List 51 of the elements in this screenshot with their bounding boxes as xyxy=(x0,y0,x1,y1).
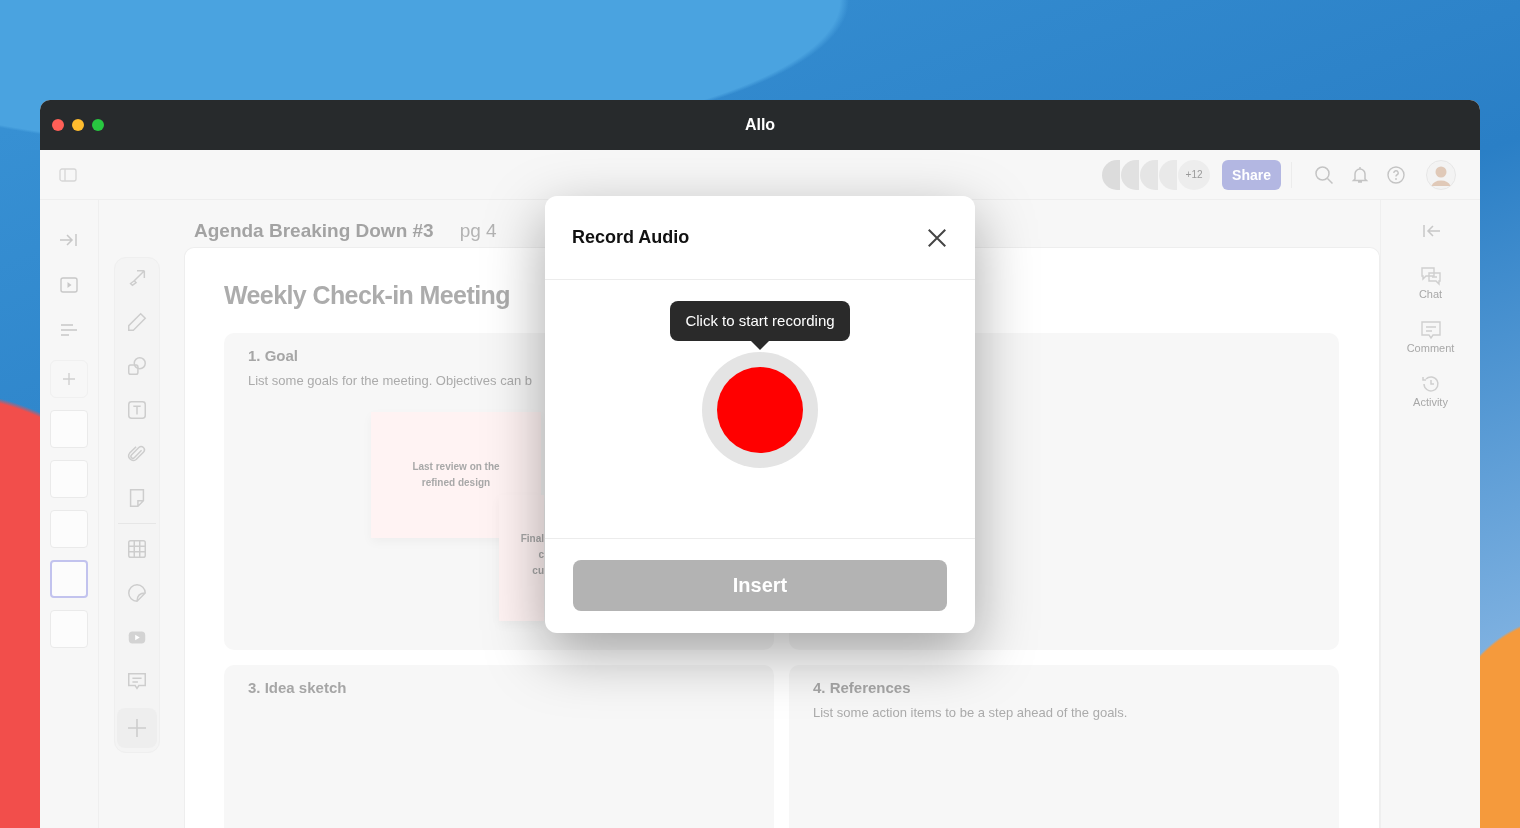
comment-icon[interactable] xyxy=(126,670,148,692)
table-icon[interactable] xyxy=(126,538,148,560)
play-icon[interactable] xyxy=(59,276,79,294)
note-text: Last review on the xyxy=(412,460,500,474)
sidebar-toggle-icon[interactable] xyxy=(59,167,77,182)
window-title: Allo xyxy=(744,116,776,134)
expand-icon[interactable] xyxy=(59,231,79,249)
page-thumbnail[interactable] xyxy=(50,560,88,598)
pencil-icon[interactable] xyxy=(126,311,148,333)
add-page-button[interactable] xyxy=(50,360,88,398)
close-window-button[interactable] xyxy=(52,119,64,131)
chat-icon[interactable] xyxy=(1419,266,1442,286)
note-text: c xyxy=(538,548,544,562)
dialog-title: Record Audio xyxy=(572,227,690,248)
plus-icon xyxy=(62,372,76,386)
close-icon[interactable] xyxy=(926,226,948,249)
section-description: List some action items to be a step ahead of the goals. xyxy=(813,705,1129,720)
page-number: pg 4 xyxy=(459,220,497,242)
panel-label[interactable]: Chat xyxy=(1418,288,1443,300)
section-title: 3. Idea sketch xyxy=(248,679,348,696)
sticker-icon[interactable] xyxy=(126,582,148,604)
shapes-icon[interactable] xyxy=(126,355,148,377)
collaborator-avatar[interactable] xyxy=(1102,159,1121,190)
notification-bell-icon[interactable] xyxy=(1350,164,1370,185)
collapse-icon[interactable] xyxy=(1420,222,1441,240)
minimize-window-button[interactable] xyxy=(72,119,84,131)
note-text: cu xyxy=(532,564,544,578)
search-icon[interactable] xyxy=(1314,164,1334,185)
user-avatar[interactable] xyxy=(1426,159,1456,190)
panel-label[interactable]: Comment xyxy=(1406,342,1455,354)
note-text: Final xyxy=(520,532,544,546)
section-description: List some goals for the meeting. Objectives can b xyxy=(248,373,533,388)
panel-label[interactable]: Activity xyxy=(1413,396,1448,408)
section-title: 4. References xyxy=(813,679,912,696)
tooltip: Click to start recording xyxy=(670,301,850,341)
help-icon[interactable] xyxy=(1386,164,1406,185)
history-icon[interactable] xyxy=(1419,374,1442,394)
record-button[interactable] xyxy=(702,352,818,468)
add-tool-button[interactable] xyxy=(117,708,157,748)
section-title: 1. Goal xyxy=(248,347,300,364)
share-button[interactable]: Share xyxy=(1222,159,1281,190)
text-icon[interactable] xyxy=(126,399,148,421)
outline-icon[interactable] xyxy=(59,321,79,339)
document-title: Agenda Breaking Down #3 xyxy=(194,220,434,242)
collaborator-avatar[interactable] xyxy=(1121,159,1140,190)
zoom-window-button[interactable] xyxy=(92,119,104,131)
page-heading: Weekly Check-in Meeting xyxy=(224,281,511,311)
note-text: refined design xyxy=(421,476,491,490)
comment-icon[interactable] xyxy=(1419,320,1442,340)
more-collaborators-count[interactable]: +12 xyxy=(1178,159,1211,190)
plus-icon xyxy=(125,716,149,740)
